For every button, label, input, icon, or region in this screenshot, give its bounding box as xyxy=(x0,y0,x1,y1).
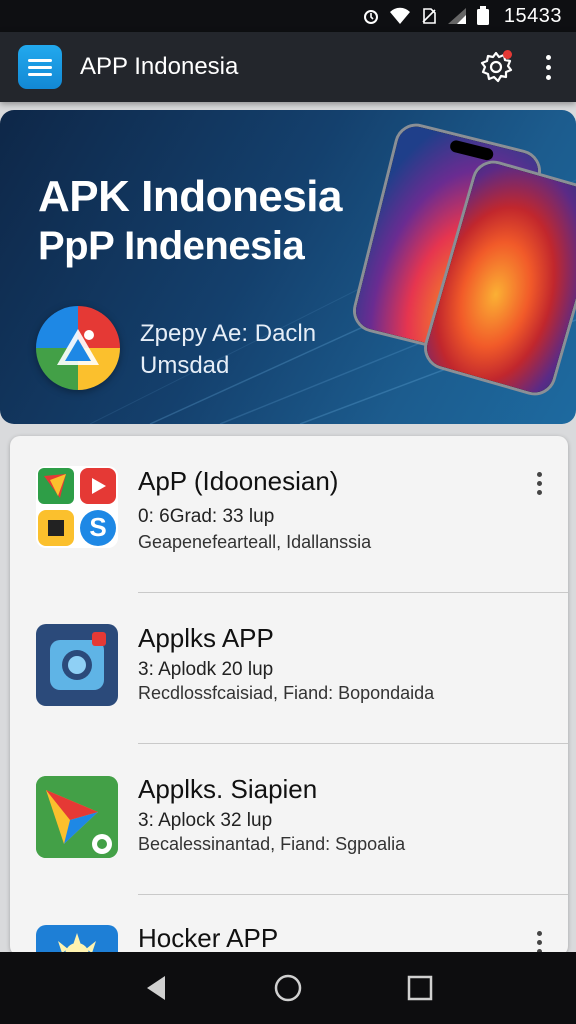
app-grid-icon: S xyxy=(36,466,118,548)
app-meta: 3: Aplodk 20 lup xyxy=(138,659,274,680)
back-button[interactable] xyxy=(136,968,176,1008)
status-time: 15433 xyxy=(503,4,562,27)
list-item[interactable]: S ApP (Idoonesian) 0: 6Grad: 33 lup Geap… xyxy=(10,436,568,588)
no-sim-icon xyxy=(422,8,436,24)
banner-subtitle-line1: Zpepy Ae: Dacln xyxy=(140,320,317,347)
app-description: Recdlossfcaisiad, Fiand: Bopondaida xyxy=(138,683,435,703)
signal-icon xyxy=(447,8,466,24)
app-description: Geapenefearteall, Idallanssia xyxy=(138,532,372,552)
list-item[interactable]: Applks. Siapien 3: Aplock 32 lup Becales… xyxy=(10,744,568,896)
app-title: ApP (Idoonesian) xyxy=(138,466,339,496)
notification-dot xyxy=(503,50,512,59)
battery-icon xyxy=(476,6,489,25)
svg-text:S: S xyxy=(89,512,106,542)
system-navigation-bar xyxy=(0,952,576,1024)
play-store-icon xyxy=(36,776,118,858)
wifi-icon xyxy=(389,7,410,24)
app-list: S ApP (Idoonesian) 0: 6Grad: 33 lup Geap… xyxy=(10,436,568,956)
more-vert-icon xyxy=(545,54,551,60)
item-overflow-button[interactable] xyxy=(530,468,548,498)
banner-title-line1: APK Indonesia xyxy=(38,172,343,221)
app-bar: APP Indonesia xyxy=(0,32,576,102)
banner-title-line2: PpP Indenesia xyxy=(38,224,305,268)
home-button[interactable] xyxy=(268,968,308,1008)
menu-button[interactable] xyxy=(18,45,62,89)
promo-banner[interactable]: APK Indonesia PpP Indenesia Zpepy Ae: Da… xyxy=(0,110,576,424)
status-bar: 15433 xyxy=(0,0,576,32)
list-item[interactable]: Hocker APP xyxy=(10,895,568,956)
list-item[interactable]: Applks APP 3: Aplodk 20 lup Recdlossfcai… xyxy=(10,593,568,745)
overflow-menu-button[interactable] xyxy=(538,49,558,85)
back-icon xyxy=(147,976,165,1000)
app-logo xyxy=(36,306,120,390)
more-vert-icon xyxy=(536,930,542,936)
settings-button[interactable] xyxy=(478,49,514,85)
app-meta: 0: 6Grad: 33 lup xyxy=(138,506,275,527)
app-description: Becalessinantad, Fiand: Sgpoalia xyxy=(138,834,406,854)
more-vert-icon xyxy=(536,471,542,477)
triangle-logo-icon xyxy=(57,329,99,365)
banner-subtitle-line2: Umsdad xyxy=(140,352,230,379)
app-title: APP Indonesia xyxy=(80,53,239,80)
app-title: Hocker APP xyxy=(138,923,279,953)
home-icon xyxy=(274,974,302,1002)
hamburger-icon xyxy=(28,59,52,76)
app-title: Applks APP xyxy=(138,623,274,653)
camera-icon xyxy=(36,624,118,706)
recents-button[interactable] xyxy=(400,968,440,1008)
app-title: Applks. Siapien xyxy=(138,774,318,804)
alarm-icon xyxy=(363,10,378,24)
recents-icon xyxy=(407,975,433,1001)
app-meta: 3: Aplock 32 lup xyxy=(138,810,273,831)
